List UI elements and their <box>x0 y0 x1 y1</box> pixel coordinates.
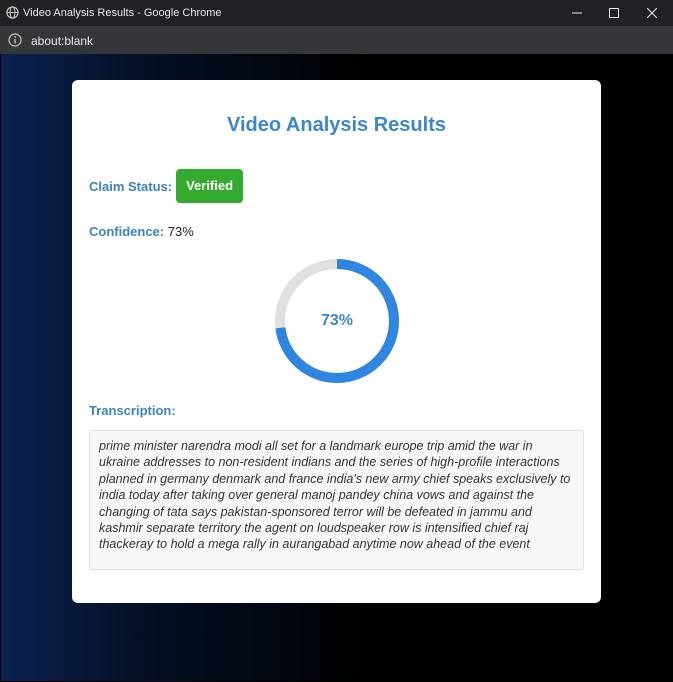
close-button[interactable] <box>633 0 671 26</box>
maximize-icon <box>609 8 619 18</box>
status-badge: Verified <box>176 169 244 203</box>
globe-icon <box>6 6 19 19</box>
minimize-icon <box>572 12 582 14</box>
minimize-button[interactable] <box>558 0 596 26</box>
results-card: Video Analysis Results Claim Status: Ver… <box>72 80 601 603</box>
transcription-label: Transcription: <box>89 403 176 418</box>
claim-status-label: Claim Status: <box>89 178 173 194</box>
address-bar[interactable]: about:blank <box>0 26 673 54</box>
donut-percentage: 73% <box>320 312 354 329</box>
page-title: Video Analysis Results <box>227 114 446 136</box>
address-text[interactable]: about:blank <box>31 34 93 48</box>
confidence-label: Confidence: <box>89 224 165 239</box>
claim-status-row: Claim Status: Verified <box>89 169 244 203</box>
browser-titlebar: Video Analysis Results - Google Chrome <box>0 0 673 26</box>
close-icon <box>647 8 657 18</box>
info-icon[interactable] <box>8 33 22 47</box>
transcription-text: prime minister narendra modi all set for… <box>89 430 584 570</box>
page-viewport: Video Analysis Results Claim Status: Ver… <box>1 54 672 681</box>
maximize-button[interactable] <box>595 0 633 26</box>
window-title: Video Analysis Results - Google Chrome <box>23 7 222 19</box>
confidence-value: 73% <box>167 224 194 239</box>
confidence-row: Confidence: 73% <box>89 224 194 239</box>
